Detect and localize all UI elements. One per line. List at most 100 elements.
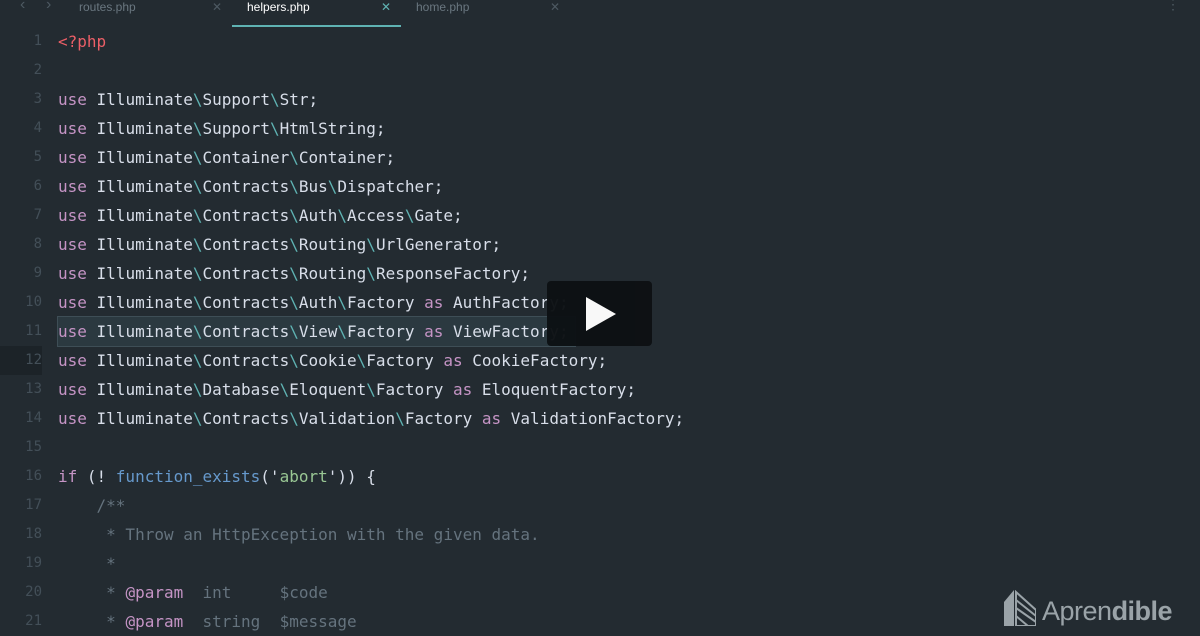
code-token-kw: if xyxy=(58,467,78,486)
code-token-kw: use xyxy=(58,119,87,138)
code-token-bs: \ xyxy=(192,380,203,399)
chevron-left-icon[interactable]: ‹ xyxy=(20,0,25,13)
logo-text: Aprendible xyxy=(1042,596,1173,626)
code-line[interactable]: 8 use Illuminate\Contracts\Routing\UrlGen… xyxy=(0,230,1200,259)
tab-helpers[interactable]: helpers.php xyxy=(247,1,310,14)
close-icon[interactable]: ✕ xyxy=(212,1,222,14)
code-token-bs: \ xyxy=(192,148,203,167)
code-line[interactable]: 1 <?php xyxy=(0,27,1200,56)
code-line[interactable]: 14 use Illuminate\Contracts\Validation\Fa… xyxy=(0,404,1200,433)
code-token-pl: Auth xyxy=(298,206,338,225)
code-token-bs: \ xyxy=(289,235,299,254)
code-text: use Illuminate\Contracts\Auth\Access\Gat… xyxy=(58,201,463,230)
code-token-bs: \ xyxy=(366,235,376,254)
code-token-bs: \ xyxy=(337,293,348,312)
code-token-pl: Illuminate xyxy=(86,90,193,109)
code-token-bs: \ xyxy=(395,409,405,428)
code-token-pl: Access xyxy=(347,206,405,225)
code-token-pl: ResponseFactory; xyxy=(375,264,531,283)
play-icon xyxy=(586,297,616,331)
code-token-pl: Contracts xyxy=(202,177,290,196)
code-text: use Illuminate\Contracts\Auth\Factory as… xyxy=(58,288,569,317)
code-token-pl: HtmlString; xyxy=(279,119,386,138)
line-number: 7 xyxy=(33,207,42,223)
code-line[interactable]: 6 use Illuminate\Contracts\Bus\Dispatcher… xyxy=(0,172,1200,201)
code-token-kw: as xyxy=(424,322,444,341)
code-text: use Illuminate\Contracts\View\Factory as… xyxy=(57,316,576,347)
code-token-bs: \ xyxy=(327,177,338,196)
line-number: 12 xyxy=(25,352,42,368)
code-line[interactable]: 16 if (! function_exists('abort')) { xyxy=(0,462,1200,491)
code-line[interactable]: 12 use Illuminate\Contracts\Cookie\Factor… xyxy=(0,346,1200,375)
code-line[interactable]: 17 /** xyxy=(0,491,1200,520)
code-line[interactable]: 7 use Illuminate\Contracts\Auth\Access\Ga… xyxy=(0,201,1200,230)
tab-home[interactable]: home.php xyxy=(416,1,469,14)
code-token-kw: use xyxy=(58,177,87,196)
code-token-bs: \ xyxy=(366,380,376,399)
code-token-pl: Contracts xyxy=(202,293,290,312)
line-number: 8 xyxy=(33,236,42,252)
close-icon[interactable]: ✕ xyxy=(381,1,391,14)
code-text: if (! function_exists('abort')) { xyxy=(58,462,376,491)
line-number: 2 xyxy=(33,62,42,78)
line-number: 16 xyxy=(25,468,42,484)
code-token-cm: * xyxy=(58,583,126,602)
code-token-pl: Container; xyxy=(298,148,396,167)
code-token-pl: Str; xyxy=(279,90,319,109)
play-button[interactable] xyxy=(547,281,652,346)
code-line[interactable]: 13 use Illuminate\Database\Eloquent\Facto… xyxy=(0,375,1200,404)
code-token-pl: Cookie xyxy=(298,351,357,370)
code-token-pl: Illuminate xyxy=(86,148,193,167)
line-number: 4 xyxy=(33,120,42,136)
code-token-bs: \ xyxy=(192,293,203,312)
more-vertical-icon[interactable]: ⋮ xyxy=(1166,0,1180,11)
line-number: 15 xyxy=(25,439,42,455)
code-token-pl: Illuminate xyxy=(86,206,193,225)
code-line[interactable]: 3 use Illuminate\Support\Str; xyxy=(0,85,1200,114)
chevron-right-icon[interactable]: › xyxy=(46,0,51,13)
line-number: 1 xyxy=(33,33,42,49)
logo-text-part: Apren xyxy=(1042,596,1112,626)
line-number: 11 xyxy=(25,323,42,339)
code-text: use Illuminate\Contracts\Routing\UrlGene… xyxy=(58,230,501,259)
tab-routes[interactable]: routes.php xyxy=(79,1,136,14)
code-token-pl: Gate; xyxy=(414,206,463,225)
aprendible-logo-icon xyxy=(1004,590,1036,626)
code-token-pl: Contracts xyxy=(202,206,290,225)
code-token-bs: \ xyxy=(289,177,299,196)
code-text: <?php xyxy=(58,27,106,56)
code-line[interactable]: 18 * Throw an HttpException with the giv… xyxy=(0,520,1200,549)
code-token-pl: Contracts xyxy=(202,235,290,254)
code-token-kw: as xyxy=(481,409,502,428)
code-text: /** xyxy=(58,491,126,520)
code-token-kw: use xyxy=(58,90,87,109)
code-token-pl: (! xyxy=(77,467,116,486)
code-text: * xyxy=(58,549,116,578)
code-token-pl: Factory xyxy=(347,293,425,312)
tab-bar: ‹ › routes.php ✕ helpers.php ✕ home.php … xyxy=(0,0,1200,28)
code-token-kw: @param xyxy=(125,583,184,602)
line-number: 5 xyxy=(33,149,42,165)
code-token-bs: \ xyxy=(289,322,299,341)
code-token-pl: Illuminate xyxy=(86,351,193,370)
code-token-pl: EloquentFactory; xyxy=(472,380,637,399)
line-number: 6 xyxy=(33,178,42,194)
code-line[interactable]: 5 use Illuminate\Container\Container; xyxy=(0,143,1200,172)
code-token-pl: UrlGenerator; xyxy=(375,235,502,254)
code-token-kw: @param xyxy=(125,612,184,631)
code-line[interactable]: 2 xyxy=(0,56,1200,85)
code-text: use Illuminate\Database\Eloquent\Factory… xyxy=(58,375,636,404)
code-text: use Illuminate\Container\Container; xyxy=(58,143,395,172)
code-line[interactable]: 4 use Illuminate\Support\HtmlString; xyxy=(0,114,1200,143)
code-token-pl: CookieFactory; xyxy=(462,351,608,370)
code-token-pl: Illuminate xyxy=(86,293,193,312)
close-icon[interactable]: ✕ xyxy=(550,1,560,14)
code-token-bs: \ xyxy=(337,322,348,341)
code-token-st: abort xyxy=(279,467,328,486)
code-token-bs: \ xyxy=(289,264,299,283)
code-token-bs: \ xyxy=(192,119,203,138)
code-token-bs: \ xyxy=(289,293,299,312)
code-line[interactable]: 15 xyxy=(0,433,1200,462)
code-token-kw: as xyxy=(452,380,473,399)
code-line[interactable]: 19 * xyxy=(0,549,1200,578)
